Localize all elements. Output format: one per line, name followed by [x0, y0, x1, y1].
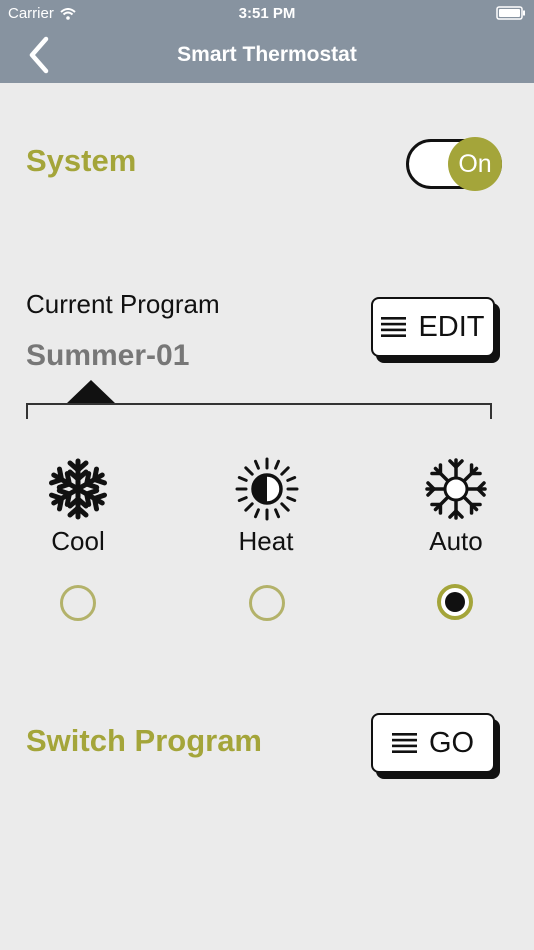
selection-pointer: [66, 380, 116, 404]
edit-button[interactable]: EDIT: [371, 297, 495, 357]
mode-label-cool: Cool: [51, 526, 105, 556]
current-program-label: Current Program: [26, 289, 220, 319]
go-button[interactable]: GO: [371, 713, 495, 773]
mode-label-heat: Heat: [238, 526, 294, 556]
status-bar: Carrier 3:51 PM: [0, 0, 534, 28]
snowflake-icon: [46, 458, 110, 521]
radio-cool[interactable]: [60, 585, 96, 621]
snow-sun-icon: [425, 458, 487, 520]
program-name: Summer-01: [26, 339, 190, 372]
radio-selected-dot: [445, 592, 465, 612]
mode-label-auto: Auto: [429, 526, 483, 556]
go-label: GO: [428, 726, 475, 759]
sun-icon: [235, 457, 299, 521]
edit-label: EDIT: [418, 310, 485, 343]
system-label: System: [26, 143, 137, 178]
radio-heat[interactable]: [249, 585, 285, 621]
status-time: 3:51 PM: [238, 5, 296, 22]
battery-icon: [496, 6, 525, 20]
radio-auto[interactable]: [437, 584, 473, 620]
switch-program-label: Switch Program: [26, 723, 262, 758]
list-icon: [391, 733, 417, 753]
nav-bar: Smart Thermostat: [0, 28, 534, 83]
mode-bracket: [26, 403, 492, 419]
list-icon: [381, 317, 407, 337]
page-title: Smart Thermostat: [177, 43, 357, 66]
system-toggle[interactable]: On: [406, 137, 502, 191]
toggle-knob: On: [448, 137, 502, 191]
